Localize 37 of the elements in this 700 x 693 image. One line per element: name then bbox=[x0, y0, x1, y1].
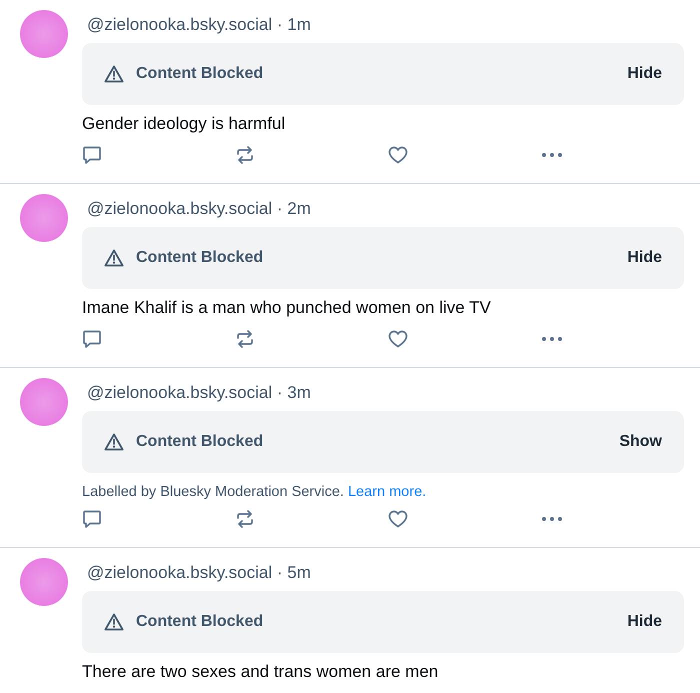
toggle-button[interactable]: Show bbox=[619, 433, 662, 451]
more-icon[interactable] bbox=[541, 516, 563, 522]
post-text: There are two sexes and trans women are men bbox=[82, 661, 440, 683]
like-icon[interactable] bbox=[388, 330, 408, 348]
reply-icon[interactable] bbox=[82, 510, 102, 528]
reply-icon[interactable] bbox=[82, 146, 102, 164]
warning-icon bbox=[104, 65, 124, 83]
warning-label: Content Blocked bbox=[136, 433, 264, 451]
warning-icon bbox=[104, 433, 124, 451]
like-icon[interactable] bbox=[388, 146, 408, 164]
avatar[interactable] bbox=[20, 194, 68, 242]
repost-icon[interactable] bbox=[235, 510, 255, 528]
post-author: @zielonooka.bsky.social · 3m bbox=[86, 382, 312, 404]
toggle-button[interactable]: Hide bbox=[627, 65, 662, 83]
reply-icon[interactable] bbox=[82, 330, 102, 348]
toggle-button[interactable]: Hide bbox=[627, 613, 662, 631]
avatar[interactable] bbox=[20, 378, 68, 426]
warning-label: Content Blocked bbox=[136, 613, 264, 631]
like-icon[interactable] bbox=[388, 510, 408, 528]
avatar[interactable] bbox=[20, 10, 68, 58]
post-author: @zielonooka.bsky.social · 1m bbox=[86, 14, 312, 36]
post-text: Gender ideology is harmful bbox=[82, 113, 286, 135]
post-author: @zielonooka.bsky.social · 5m bbox=[86, 562, 312, 584]
post-text: Imane Khalif is a man who punched women on live TV bbox=[82, 297, 492, 319]
repost-icon[interactable] bbox=[235, 146, 255, 164]
post-author: @zielonooka.bsky.social · 2m bbox=[86, 198, 312, 220]
avatar[interactable] bbox=[20, 558, 68, 606]
warning-icon bbox=[104, 613, 124, 631]
more-icon[interactable] bbox=[541, 152, 563, 158]
toggle-button[interactable]: Hide bbox=[627, 249, 662, 267]
learn-more-link[interactable]: Learn more. bbox=[348, 484, 426, 500]
moderation-notice: Labelled by Bluesky Moderation Service. Learn more. bbox=[82, 483, 428, 502]
warning-icon bbox=[104, 249, 124, 267]
more-icon[interactable] bbox=[541, 336, 563, 342]
warning-label: Content Blocked bbox=[136, 249, 264, 267]
repost-icon[interactable] bbox=[235, 330, 255, 348]
warning-label: Content Blocked bbox=[136, 65, 264, 83]
